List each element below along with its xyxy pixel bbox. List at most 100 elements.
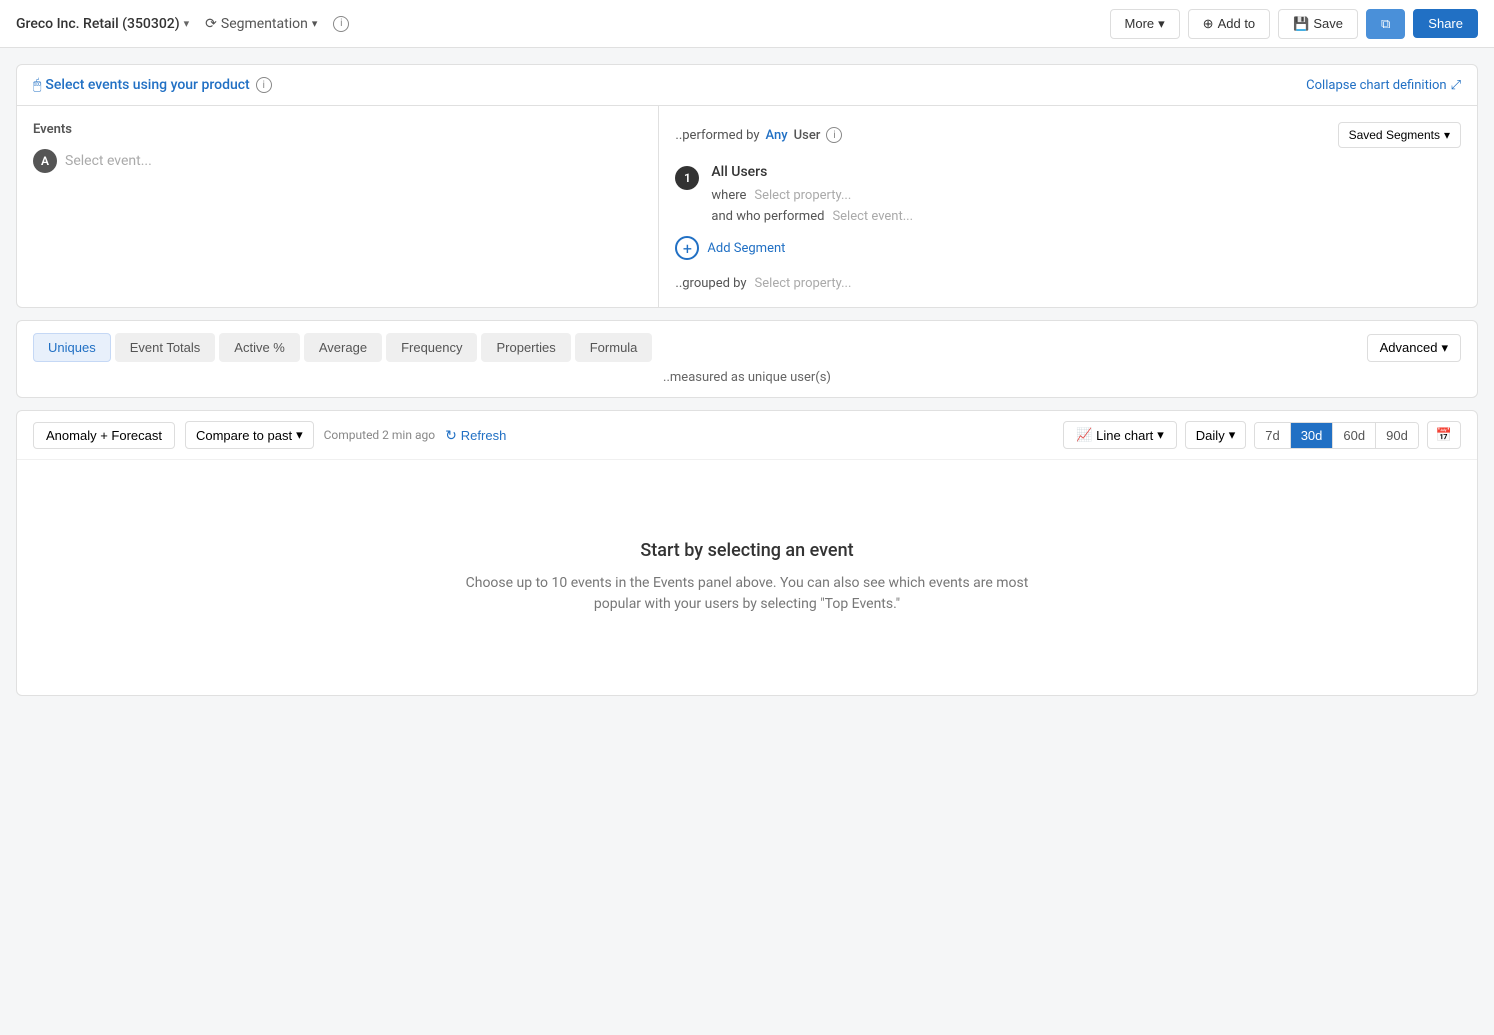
measured-as-text: ..measured as unique user(s) (33, 370, 1461, 385)
anomaly-forecast-button[interactable]: Anomaly + Forecast (33, 422, 175, 449)
segmentation-nav[interactable]: ⟳ Segmentation ▾ (205, 16, 317, 32)
metric-tab-uniques[interactable]: Uniques (33, 333, 111, 362)
collapse-icon: ⤢ (1451, 78, 1461, 93)
select-event-input[interactable]: Select event... (65, 153, 152, 169)
time-range-btn-60d[interactable]: 60d (1333, 423, 1376, 448)
chart-type-label: Line chart (1096, 428, 1153, 443)
metric-tab-properties[interactable]: Properties (481, 333, 570, 362)
anomaly-label: Anomaly + Forecast (46, 428, 162, 443)
save-label: Save (1313, 16, 1343, 31)
save-icon: 💾 (1293, 16, 1309, 32)
copy-icon: ⧉ (1381, 16, 1390, 32)
saved-segments-chevron-icon: ▾ (1444, 128, 1450, 142)
advanced-button[interactable]: Advanced ▾ (1367, 334, 1461, 362)
add-segment-row[interactable]: + Add Segment (675, 236, 1461, 260)
refresh-button[interactable]: ↻ Refresh (445, 427, 506, 444)
compare-to-past-button[interactable]: Compare to past ▾ (185, 421, 314, 449)
add-icon: ⊕ (1203, 16, 1214, 32)
select-events-text: Select events using your product (45, 77, 249, 93)
segment-details: All Users where Select property... and w… (711, 164, 1461, 224)
compare-chevron-icon: ▾ (296, 427, 303, 443)
where-property-select[interactable]: Select property... (754, 188, 851, 203)
metrics-bar: UniquesEvent TotalsActive %AverageFreque… (16, 320, 1478, 398)
where-label: where (711, 188, 746, 203)
time-range-group: 7d30d60d90d (1254, 422, 1419, 449)
any-link[interactable]: Any (766, 128, 788, 143)
more-chevron-icon: ▾ (1158, 16, 1165, 32)
metrics-tabs-row: UniquesEvent TotalsActive %AverageFreque… (33, 333, 1461, 362)
org-selector[interactable]: Greco Inc. Retail (350302) ▾ (16, 16, 189, 32)
segmentation-icon: ⟳ (205, 16, 217, 32)
metrics-tabs: UniquesEvent TotalsActive %AverageFreque… (33, 333, 652, 362)
interval-chevron-icon: ▾ (1229, 427, 1236, 443)
segmentation-chevron-icon: ▾ (312, 17, 318, 30)
org-name: Greco Inc. Retail (350302) (16, 16, 180, 32)
event-badge-a: A (33, 149, 57, 173)
metric-tab-active-pct[interactable]: Active % (219, 333, 300, 362)
select-events-info-icon[interactable]: i (256, 77, 272, 93)
metric-tab-frequency[interactable]: Frequency (386, 333, 477, 362)
more-label: More (1125, 16, 1155, 31)
select-events-link[interactable]: 🖱 Select events using your product (33, 77, 250, 93)
line-chart-icon: 📈 (1076, 427, 1092, 443)
time-range-btn-30d[interactable]: 30d (1291, 423, 1334, 448)
chart-def-header-left: 🖱 Select events using your product i (33, 77, 272, 93)
metric-tab-average[interactable]: Average (304, 333, 382, 362)
advanced-chevron-icon: ▾ (1441, 340, 1448, 356)
segment-number: 1 (675, 166, 699, 190)
share-label: Share (1428, 16, 1463, 31)
chart-def-header: 🖱 Select events using your product i Col… (17, 65, 1477, 106)
collapse-chart-link[interactable]: Collapse chart definition ⤢ (1306, 78, 1461, 93)
compare-label: Compare to past (196, 428, 292, 443)
top-nav: Greco Inc. Retail (350302) ▾ ⟳ Segmentat… (0, 0, 1494, 48)
interval-button[interactable]: Daily ▾ (1185, 421, 1246, 449)
calendar-icon: 📅 (1436, 427, 1452, 442)
empty-state-title: Start by selecting an event (640, 540, 853, 561)
events-panel: Events A Select event... (17, 106, 659, 307)
calendar-button[interactable]: 📅 (1427, 421, 1461, 449)
segment-row-1: 1 All Users where Select property... and… (675, 164, 1461, 224)
chart-empty-state: Start by selecting an event Choose up to… (17, 460, 1477, 695)
performed-title: ..performed by Any User i (675, 127, 842, 143)
chart-toolbar: Anomaly + Forecast Compare to past ▾ Com… (17, 411, 1477, 460)
interval-label: Daily (1196, 428, 1225, 443)
who-event-select[interactable]: Select event... (832, 209, 913, 224)
chart-type-chevron-icon: ▾ (1157, 427, 1164, 443)
grouped-by-select[interactable]: Select property... (755, 276, 852, 291)
segment-title: All Users (711, 164, 1461, 180)
main-content: 🖱 Select events using your product i Col… (0, 48, 1494, 712)
saved-segments-label: Saved Segments (1349, 128, 1440, 142)
chart-toolbar-right: 📈 Line chart ▾ Daily ▾ 7d30d60d90d 📅 (1063, 421, 1461, 449)
chart-def-body: Events A Select event... ..performed by … (17, 106, 1477, 307)
segment-who-row: and who performed Select event... (711, 209, 1461, 224)
performed-info-icon[interactable]: i (826, 127, 842, 143)
performed-panel: ..performed by Any User i Saved Segments… (659, 106, 1477, 307)
copy-button[interactable]: ⧉ (1366, 9, 1405, 39)
add-to-button[interactable]: ⊕ Add to (1188, 9, 1271, 39)
more-button[interactable]: More ▾ (1110, 9, 1180, 39)
add-segment-icon: + (675, 236, 699, 260)
segmentation-label: Segmentation (221, 16, 308, 32)
computed-text: Computed 2 min ago (324, 428, 435, 442)
performed-prefix: ..performed by (675, 128, 759, 143)
event-row-a: A Select event... (33, 149, 642, 173)
chart-toolbar-left: Anomaly + Forecast Compare to past ▾ Com… (33, 421, 506, 449)
events-label: Events (33, 122, 642, 137)
org-chevron-icon: ▾ (184, 17, 190, 30)
chart-type-button[interactable]: 📈 Line chart ▾ (1063, 421, 1177, 449)
metric-tab-formula[interactable]: Formula (575, 333, 653, 362)
time-range-btn-90d[interactable]: 90d (1376, 423, 1418, 448)
metric-tab-event-totals[interactable]: Event Totals (115, 333, 216, 362)
user-text: User (794, 128, 821, 143)
info-icon[interactable]: i (333, 16, 349, 32)
empty-state-description: Choose up to 10 events in the Events pan… (447, 573, 1047, 615)
save-button[interactable]: 💾 Save (1278, 9, 1358, 39)
chart-definition-panel: 🖱 Select events using your product i Col… (16, 64, 1478, 308)
time-range-btn-7d[interactable]: 7d (1255, 423, 1290, 448)
add-to-label: Add to (1218, 16, 1256, 31)
collapse-label: Collapse chart definition (1306, 78, 1446, 93)
saved-segments-button[interactable]: Saved Segments ▾ (1338, 122, 1461, 148)
share-button[interactable]: Share (1413, 9, 1478, 38)
performed-header: ..performed by Any User i Saved Segments… (675, 122, 1461, 148)
nav-right: More ▾ ⊕ Add to 💾 Save ⧉ Share (1110, 9, 1478, 39)
